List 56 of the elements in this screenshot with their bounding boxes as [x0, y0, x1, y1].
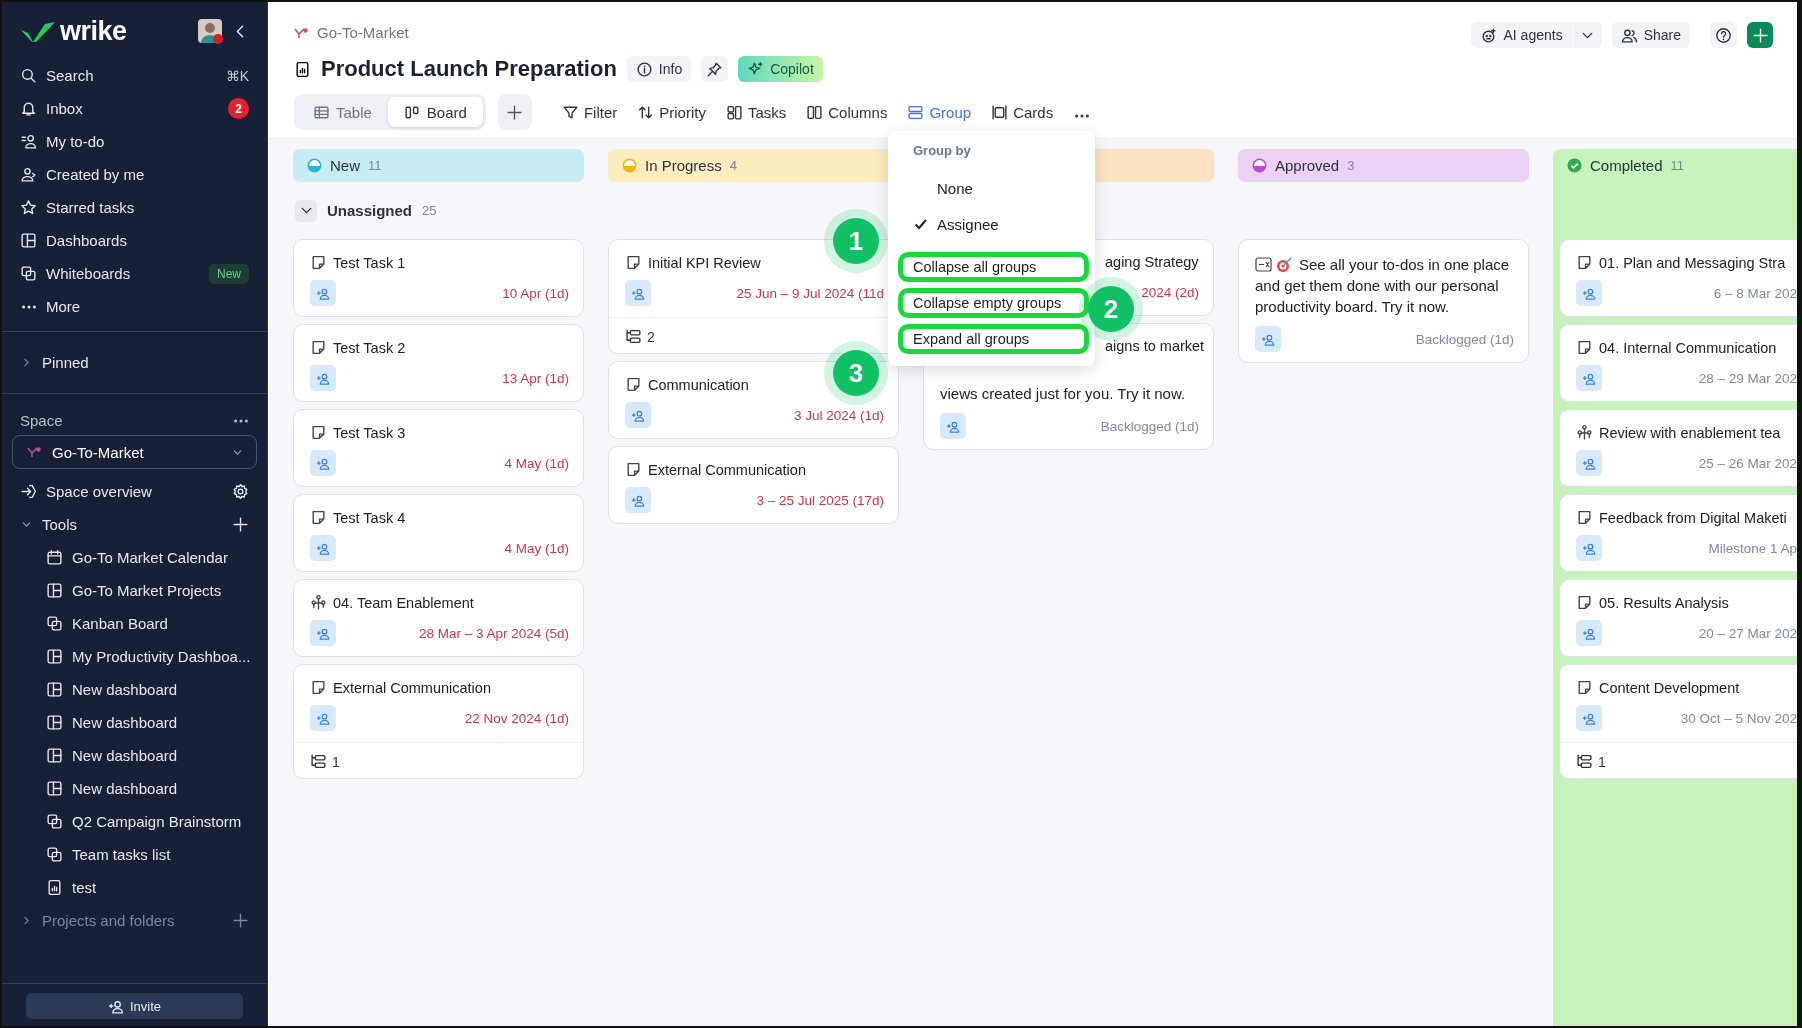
subtask-count: 1	[332, 753, 340, 770]
group-count: 25	[422, 203, 437, 218]
new-tag: New	[209, 263, 249, 284]
due-date: 13 Apr (1d)	[502, 370, 569, 386]
card-description: views created just for you. Try it now.	[940, 384, 1187, 404]
card-title: Feedback from Digital Maketi	[1599, 509, 1787, 526]
menu-heading: Group by	[912, 143, 972, 160]
task-count: 11	[368, 158, 382, 173]
project-title: Product Launch Preparation	[321, 56, 617, 82]
card-title: External Communication	[648, 461, 806, 478]
card-title: 04. Team Enablement	[333, 594, 474, 611]
due-date: 25 – 26 Mar 202	[1698, 455, 1797, 471]
card-title: External Communication	[333, 679, 491, 696]
card-title: 05. Results Analysis	[1599, 594, 1729, 611]
card-title: Communication	[648, 376, 749, 393]
due-date: 28 – 29 Mar 202	[1698, 370, 1797, 386]
task-status: Backlogged (1d)	[1415, 331, 1514, 347]
card-title: Initial KPI Review	[648, 254, 761, 271]
card-title: Test Task 1	[333, 254, 406, 271]
group-label: Unassigned	[327, 202, 413, 219]
due-date: 4 May (1d)	[504, 540, 569, 556]
task-status: Backlogged (1d)	[1100, 418, 1199, 434]
card-title: Review with enablement tea	[1599, 424, 1781, 441]
card-title: Test Task 3	[333, 424, 406, 441]
task-count: 3	[1347, 158, 1355, 173]
subtask-count: 2	[647, 328, 655, 345]
column-title: New	[330, 157, 360, 174]
due-date: 3 Jul 2024 (1d)	[793, 407, 884, 423]
card-title: Test Task 2	[333, 339, 406, 356]
section-label: Space	[20, 412, 64, 429]
column-title: Completed	[1590, 157, 1663, 174]
card-description: See all your to-dos in one place and get them done with our personal productivity board. Try it now.	[1255, 255, 1511, 317]
card-title: Content Development	[1599, 679, 1740, 696]
task-count: 11	[1670, 158, 1685, 173]
column-title: In Progress	[645, 157, 722, 174]
due-date: 6 – 8 Mar 202	[1713, 285, 1797, 301]
due-date: 30 Oct – 5 Nov 202	[1680, 710, 1797, 726]
card-title: Test Task 4	[333, 509, 406, 526]
task-count: 4	[729, 158, 737, 173]
subtask-count: 1	[1598, 753, 1606, 770]
due-date: 2024 (2d)	[1141, 284, 1199, 300]
due-date: 28 Mar – 3 Apr 2024 (5d)	[418, 625, 569, 641]
due-date: 22 Nov 2024 (1d)	[464, 710, 569, 726]
card-title: aging Strategy	[1105, 254, 1199, 270]
due-date: 20 – 27 Mar 202	[1698, 625, 1797, 641]
card-title: 04. Internal Communication	[1599, 339, 1777, 356]
shortcut-hint: ⌘K	[225, 67, 249, 84]
column-title: Approved	[1275, 157, 1340, 174]
card-title: 01. Plan and Messaging Stra	[1599, 254, 1786, 271]
card-title: aigns to market	[1105, 338, 1205, 354]
unread-badge: 2	[228, 98, 249, 119]
due-date: 4 May (1d)	[504, 455, 569, 471]
due-date: Milestone 1 Ap	[1708, 540, 1797, 556]
due-date: 3 – 25 Jul 2025 (17d)	[756, 492, 884, 508]
due-date: 10 Apr (1d)	[502, 285, 569, 301]
due-date: 25 Jun – 9 Jul 2024 (11d	[736, 285, 884, 301]
